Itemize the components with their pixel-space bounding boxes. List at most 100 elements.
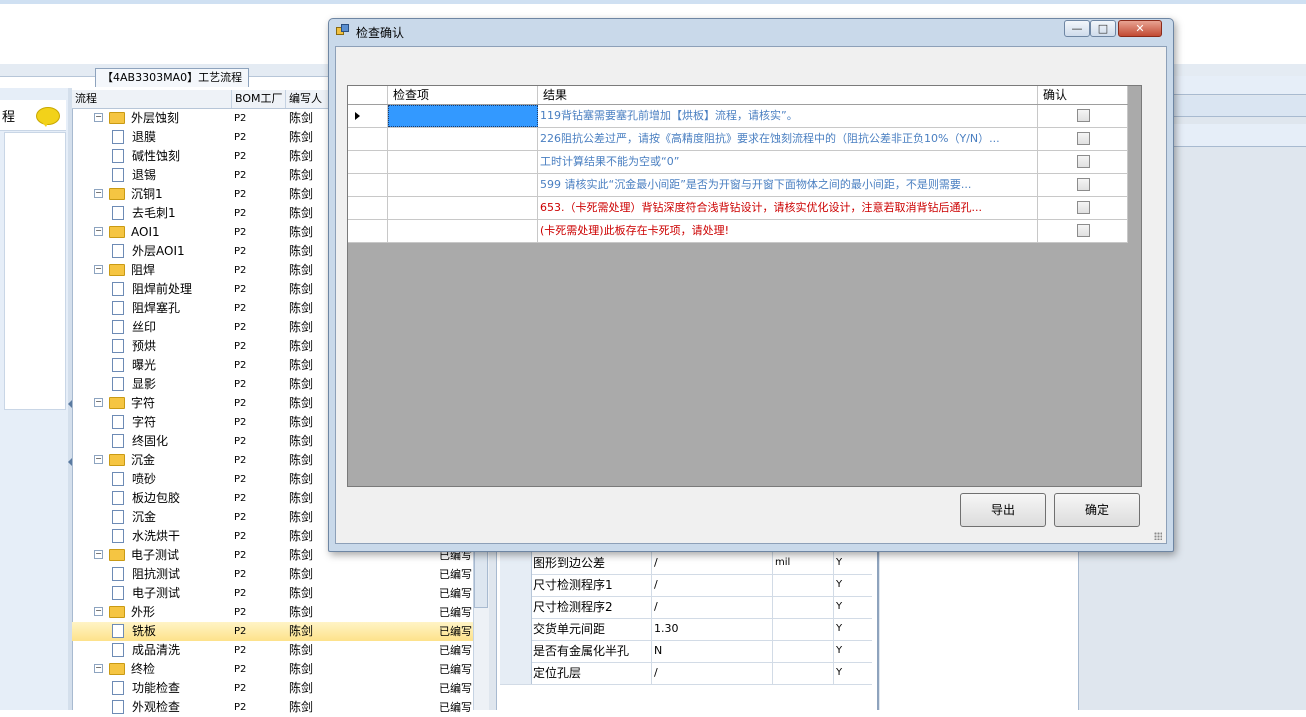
- tree-node-name[interactable]: − 外形: [72, 603, 252, 622]
- grid-row[interactable]: 226阻抗公差过严，请按《高精度阻抗》要求在蚀刻流程中的（阻抗公差非正负10%（…: [348, 128, 1128, 151]
- tree-row[interactable]: 功能检查 P2 陈剑 已编写: [72, 679, 488, 698]
- collapse-toggle-icon[interactable]: −: [94, 113, 103, 122]
- collapse-toggle-icon[interactable]: −: [94, 550, 103, 559]
- property-value[interactable]: /: [651, 596, 772, 618]
- property-row[interactable]: 尺寸检测程序1 / Y: [500, 574, 872, 597]
- confirm-checkbox[interactable]: [1077, 154, 1090, 168]
- document-icon: [112, 433, 124, 448]
- property-value[interactable]: N: [651, 640, 772, 662]
- check-item-cell[interactable]: [388, 105, 538, 127]
- tree-scrollbar-thumb[interactable]: [474, 546, 488, 608]
- check-item-cell[interactable]: [388, 220, 538, 242]
- property-row[interactable]: 图形到边公差 / mil Y: [500, 552, 872, 575]
- collapse-toggle-icon[interactable]: −: [94, 227, 103, 236]
- close-button[interactable]: ✕: [1118, 20, 1162, 37]
- tree-cell-bom: P2: [234, 132, 247, 143]
- tree-node-name[interactable]: − 阻焊: [72, 261, 252, 280]
- tree-cell-bom: P2: [234, 531, 247, 542]
- tab-process-flow[interactable]: 【4AB3303MA0】工艺流程: [95, 68, 250, 87]
- tree-col-bom[interactable]: BOM工厂: [232, 90, 286, 108]
- check-result-cell[interactable]: 226阻抗公差过严，请按《高精度阻抗》要求在蚀刻流程中的（阻抗公差非正负10%（…: [538, 128, 1038, 150]
- property-value[interactable]: 1.30: [651, 618, 772, 640]
- grid-row[interactable]: 599 请核实此“沉金最小间距”是否为开窗与开窗下面物体之间的最小间距，不是则需…: [348, 174, 1128, 197]
- tree-cell-author: 陈剑: [289, 643, 314, 657]
- property-row[interactable]: 定位孔层 / Y: [500, 662, 872, 685]
- export-button[interactable]: 导出: [960, 493, 1046, 527]
- collapse-toggle-icon[interactable]: −: [94, 189, 103, 198]
- property-value[interactable]: /: [651, 552, 772, 574]
- tree-cell-author: 陈剑: [289, 662, 314, 676]
- tree-node-name[interactable]: − 电子测试: [72, 546, 252, 565]
- resize-grip-icon[interactable]: [1154, 532, 1162, 540]
- row-header[interactable]: [348, 220, 388, 242]
- check-result-cell[interactable]: 工时计算结果不能为空或“0”: [538, 151, 1038, 173]
- tree-node-label: 成品清洗: [132, 643, 181, 657]
- grid-col-item[interactable]: 检查项: [388, 86, 538, 104]
- tree-node-label: 板边包胶: [132, 491, 181, 505]
- check-result-cell[interactable]: (卡死需处理)此板存在卡死项，请处理!: [538, 220, 1038, 242]
- property-value[interactable]: /: [651, 574, 772, 596]
- row-header[interactable]: [348, 151, 388, 173]
- tree-cell-bom: P2: [234, 379, 247, 390]
- confirm-checkbox[interactable]: [1077, 177, 1090, 191]
- tree-node-name[interactable]: − AOI1: [72, 223, 252, 242]
- tree-node-name[interactable]: − 终检: [72, 660, 252, 679]
- property-row[interactable]: 是否有金属化半孔 N Y: [500, 640, 872, 663]
- grid-col-confirm[interactable]: 确认: [1038, 86, 1128, 104]
- tree-node-label: 预烘: [132, 339, 157, 353]
- confirm-checkbox[interactable]: [1077, 223, 1090, 237]
- property-row[interactable]: 尺寸检测程序2 / Y: [500, 596, 872, 619]
- tree-node-name[interactable]: − 沉铜1: [72, 185, 252, 204]
- check-item-cell[interactable]: [388, 151, 538, 173]
- tree-cell-bom: P2: [234, 436, 247, 447]
- check-item-cell[interactable]: [388, 174, 538, 196]
- check-item-cell[interactable]: [388, 128, 538, 150]
- tree-node-name[interactable]: − 字符: [72, 394, 252, 413]
- collapse-toggle-icon[interactable]: −: [94, 398, 103, 407]
- maximize-button[interactable]: □: [1090, 20, 1116, 37]
- tree-node-label: 外形: [131, 605, 156, 619]
- document-icon: [112, 642, 124, 657]
- check-result-cell[interactable]: 599 请核实此“沉金最小间距”是否为开窗与开窗下面物体之间的最小间距，不是则需…: [538, 174, 1038, 196]
- tree-row[interactable]: − 外形 P2 陈剑 已编写: [72, 603, 488, 622]
- tree-node-label: 铣板: [132, 624, 157, 638]
- property-row[interactable]: 交货单元间距 1.30 Y: [500, 618, 872, 641]
- row-header[interactable]: [348, 197, 388, 219]
- collapse-toggle-icon[interactable]: −: [94, 265, 103, 274]
- collapse-toggle-icon[interactable]: −: [94, 455, 103, 464]
- tree-row[interactable]: 电子测试 P2 陈剑 已编写: [72, 584, 488, 603]
- tree-node-name[interactable]: − 沉金: [72, 451, 252, 470]
- tree-row[interactable]: − 终检 P2 陈剑 已编写: [72, 660, 488, 679]
- tree-row[interactable]: 成品清洗 P2 陈剑 已编写: [72, 641, 488, 660]
- tree-row[interactable]: 外观检查 P2 陈剑 已编写: [72, 698, 488, 717]
- row-header[interactable]: [348, 174, 388, 196]
- ok-button[interactable]: 确定: [1054, 493, 1140, 527]
- property-value[interactable]: /: [651, 662, 772, 684]
- confirm-checkbox[interactable]: [1077, 200, 1090, 214]
- confirm-checkbox[interactable]: [1077, 131, 1090, 145]
- tree-row[interactable]: 阻抗测试 P2 陈剑 已编写: [72, 565, 488, 584]
- tree-cell-status: 已编写: [439, 568, 472, 581]
- grid-row[interactable]: 119背钻塞需要塞孔前增加【烘板】流程，请核实”。: [348, 105, 1128, 128]
- minimize-button[interactable]: —: [1064, 20, 1090, 37]
- confirm-checkbox[interactable]: [1077, 108, 1090, 122]
- collapse-toggle-icon[interactable]: −: [94, 664, 103, 673]
- grid-row[interactable]: (卡死需处理)此板存在卡死项，请处理!: [348, 220, 1128, 243]
- check-result-cell[interactable]: 653.（卡死需处理）背钻深度符合浅背钻设计，请核实优化设计，注意若取消背钻后通…: [538, 197, 1038, 219]
- grid-row[interactable]: 653.（卡死需处理）背钻深度符合浅背钻设计，请核实优化设计，注意若取消背钻后通…: [348, 197, 1128, 220]
- tree-node-name[interactable]: − 外层蚀刻: [72, 109, 252, 128]
- grid-row[interactable]: 工时计算结果不能为空或“0”: [348, 151, 1128, 174]
- grid-col-result[interactable]: 结果: [538, 86, 1038, 104]
- tree-col-flow[interactable]: 流程: [72, 90, 232, 108]
- tree-row[interactable]: 铣板 P2 陈剑 已编写: [72, 622, 488, 641]
- check-item-cell[interactable]: [388, 197, 538, 219]
- tree-cell-bom: P2: [234, 569, 247, 580]
- tree-node-label: AOI1: [131, 225, 160, 239]
- collapse-toggle-icon[interactable]: −: [94, 607, 103, 616]
- property-flag: Y: [833, 596, 875, 618]
- check-result-cell[interactable]: 119背钻塞需要塞孔前增加【烘板】流程，请核实”。: [538, 105, 1038, 127]
- row-header[interactable]: [348, 128, 388, 150]
- folder-icon: [109, 225, 125, 238]
- chat-bubble-icon[interactable]: [36, 107, 60, 127]
- row-header[interactable]: [348, 105, 388, 127]
